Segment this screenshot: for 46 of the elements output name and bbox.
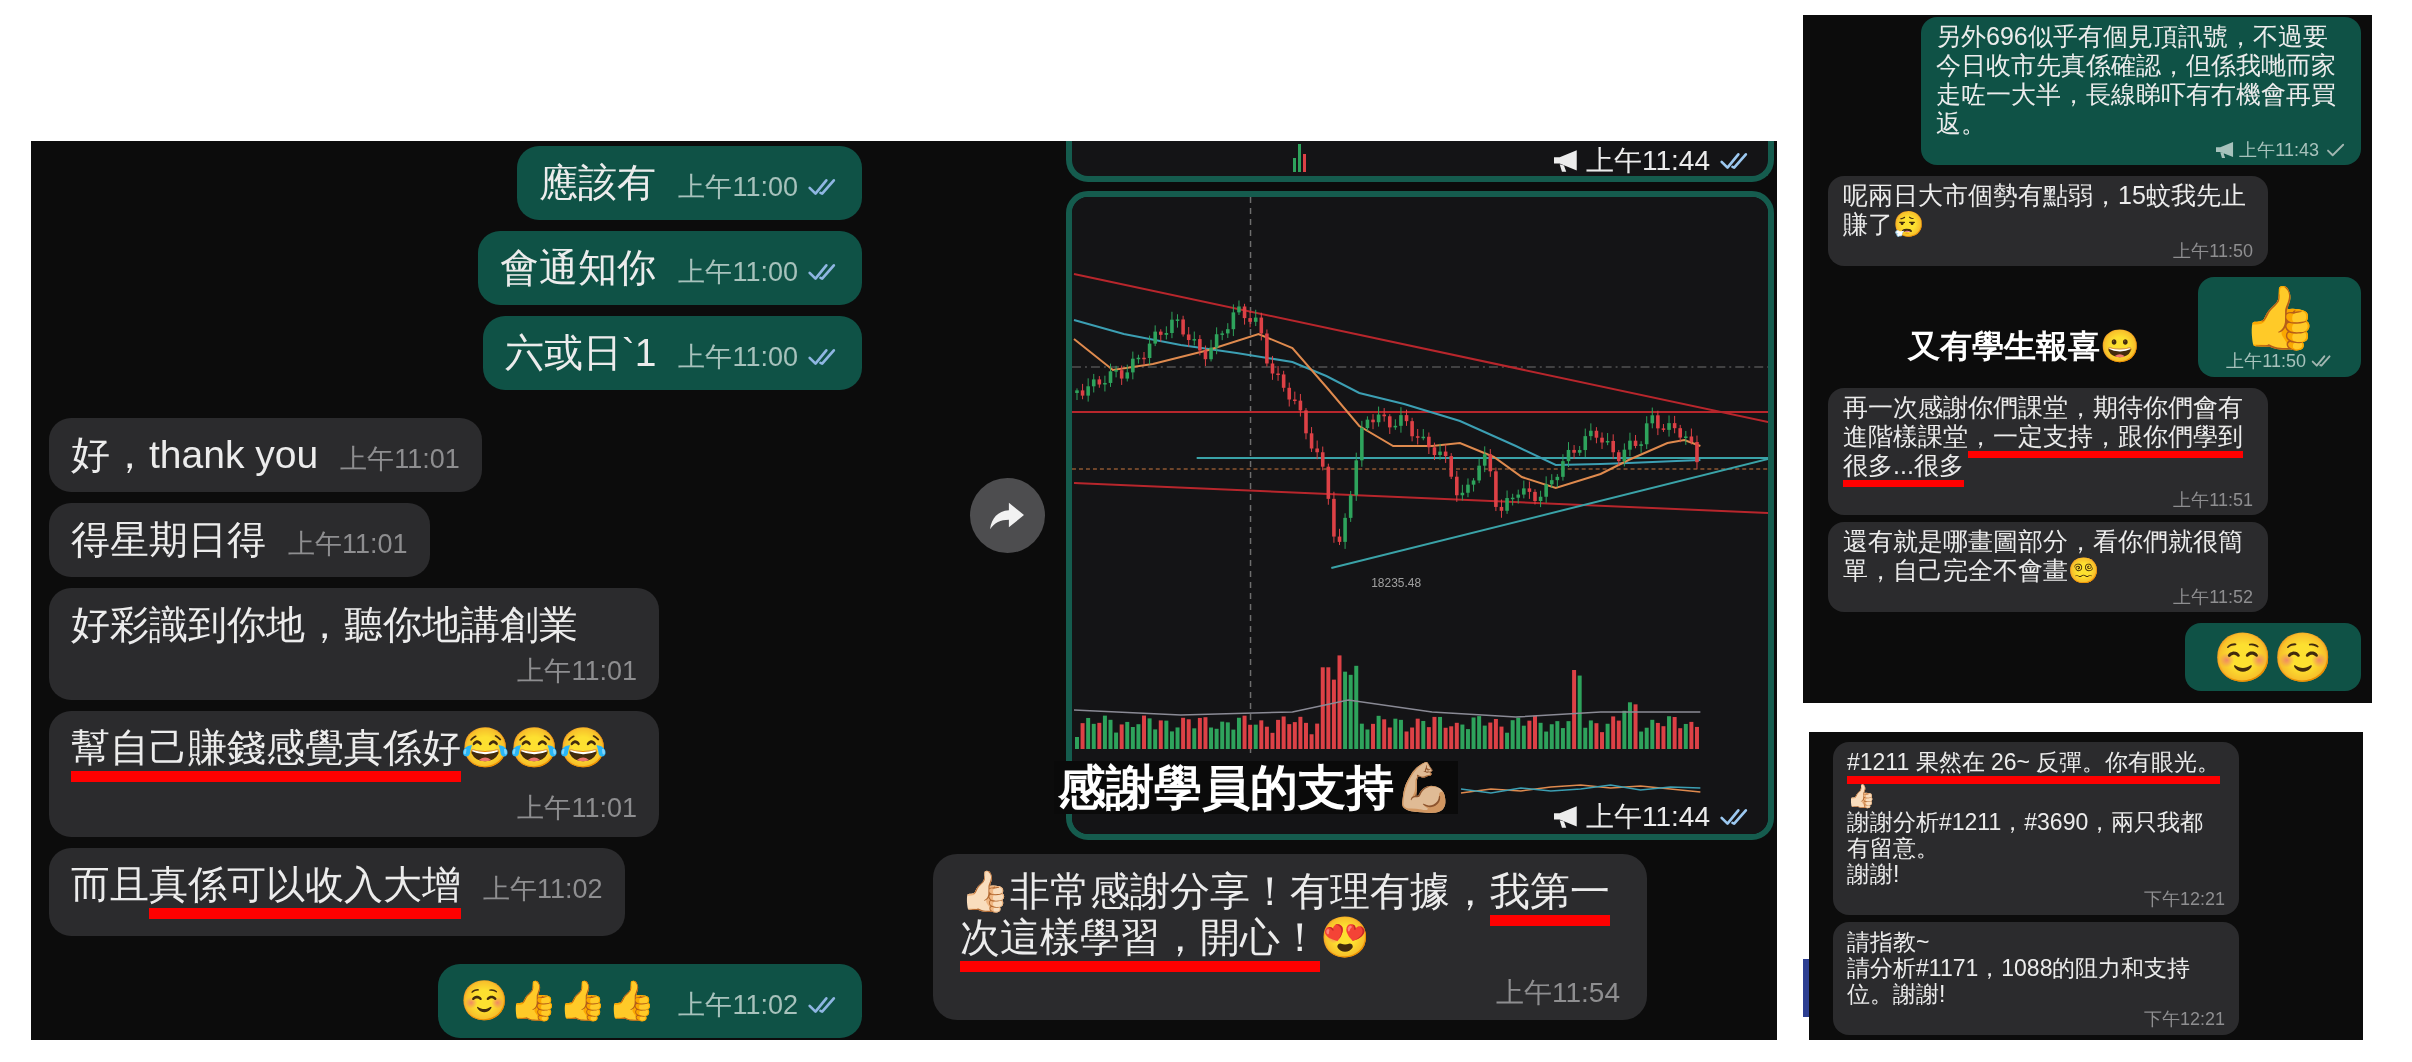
message-time: 上午11:01 — [517, 793, 637, 823]
message-time: 上午11:00 — [678, 172, 798, 202]
message-text: 再一次感謝你們課堂，期待你們會有進階樣課堂，一定支持，跟你們學到很多...很多 — [1843, 393, 2253, 488]
forward-icon — [990, 501, 1025, 530]
message-text: 還有就是哪畫圖部分，看你們就很簡單，自己完全不會畫😵‍💫 — [1843, 527, 2244, 585]
message-time: 上午11:50 — [2173, 241, 2253, 261]
message-text: 六或日`1 — [504, 330, 657, 376]
price-label: 18235.48 — [1371, 576, 1421, 590]
edge-strip — [1803, 959, 1809, 1017]
message-time: 上午11:43 — [2239, 140, 2319, 160]
message-time: 上午11:02 — [483, 874, 603, 904]
message-time: 下午12:21 — [2143, 1009, 2225, 1029]
message-time: 上午11:01 — [340, 444, 460, 474]
message-text: ☺👍👍👍 — [460, 978, 657, 1024]
message-text: 另外696似乎有個見頂訊號，不過要今日收市先真係確認，但係我哋而家走咗一大半，長線睇吓有冇機會再買返。 — [1936, 22, 2337, 138]
message-text: 請指教~ — [1847, 929, 1931, 955]
message-time: 上午11:44 — [1586, 146, 1710, 176]
message-time: 上午11:01 — [517, 656, 637, 686]
message-text: 好，thank you — [71, 432, 319, 478]
message-text: 幫自己賺錢感覺真係好😂😂😂 — [71, 725, 608, 785]
message-text: 得星期日得 — [71, 517, 266, 563]
message-time: 下午12:21 — [2143, 889, 2225, 909]
message-text: 👍 — [2241, 285, 2319, 351]
message-text: 而且真係可以收入大增 — [71, 862, 461, 922]
message-text: 👍🏻 — [1847, 783, 1877, 809]
message-time: 上午11:50 — [2226, 351, 2306, 371]
message-text: 呢兩日大市個勢有點弱，15蚊我先止賺了😮‍💨 — [1843, 181, 2247, 239]
message-time: 上午11:00 — [678, 342, 798, 372]
message-text: 應該有 — [539, 160, 657, 206]
message-text: 👍🏻非常感謝分享！有理有據，我第一次這樣學習，開心！😍 — [960, 868, 1620, 974]
message-text: ☺☺ — [2213, 631, 2333, 685]
message-time: 上午11:44 — [1586, 802, 1710, 832]
message-time: 上午11:51 — [2173, 490, 2253, 510]
volume-bars-drawing — [1293, 144, 1307, 172]
message-text: 好彩識到你地，聽你地講創業 — [71, 602, 578, 648]
message-time: 上午11:00 — [678, 257, 798, 287]
message-time: 上午11:54 — [1496, 978, 1620, 1008]
message-text: #1211 果然在 26~ 反彈。你有眼光。 — [1847, 749, 2225, 783]
message-time: 上午11:01 — [288, 529, 408, 559]
message-text: 會通知你 — [500, 245, 657, 291]
message-text: 謝謝分析#1211，#3690，兩只我都有留意。 — [1847, 809, 2205, 861]
message-time: 上午11:02 — [678, 990, 798, 1020]
caption-text: 又有學生報喜😀 — [1908, 328, 2140, 364]
message-text: 請分析#1171，1088的阻力和支持位。謝謝! — [1847, 955, 2192, 1007]
message-text: 謝謝! — [1847, 861, 1901, 887]
message-time: 上午11:52 — [2173, 587, 2253, 607]
